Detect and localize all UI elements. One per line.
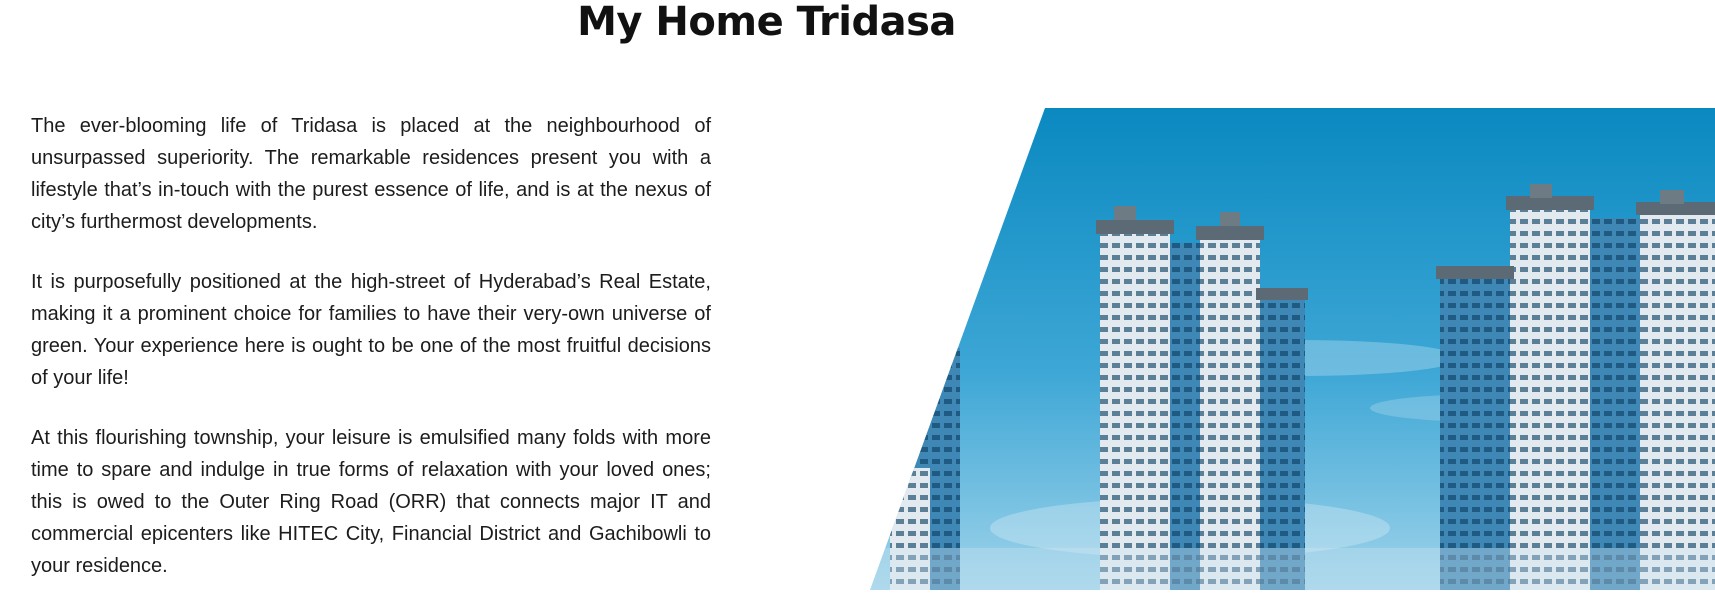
paragraph-connectivity: At this flourishing township, your leisu… (31, 427, 711, 577)
project-image (870, 108, 1715, 590)
paragraph-location: It is purposefully positioned at the hig… (31, 271, 711, 389)
tower-illustration (870, 108, 1715, 590)
description-text: The ever-blooming life of Tridasa is pla… (31, 110, 711, 610)
page-title: My Home Tridasa (577, 0, 956, 45)
paragraph-intro: The ever-blooming life of Tridasa is pla… (31, 115, 711, 233)
